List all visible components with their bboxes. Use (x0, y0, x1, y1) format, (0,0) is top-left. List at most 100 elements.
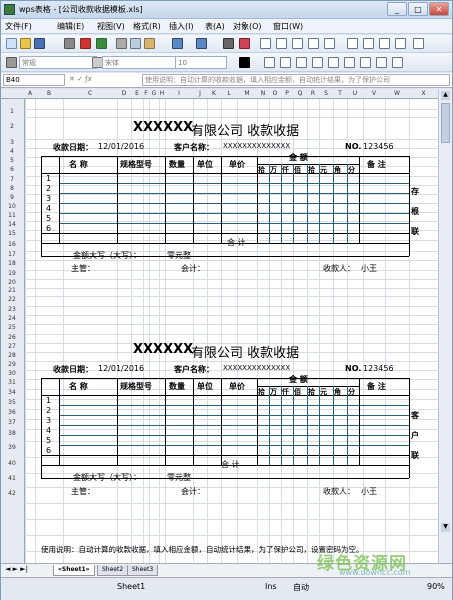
sheet-tab-2[interactable]: Sheet2 (97, 565, 129, 576)
row-header-cell[interactable]: 22 (1, 296, 23, 303)
border-icon[interactable] (260, 38, 271, 49)
column-header-cell[interactable]: P (281, 90, 293, 97)
redo-icon[interactable] (196, 38, 207, 49)
row-header-cell[interactable]: 10 (1, 203, 23, 210)
row-header-cell[interactable]: 3 (1, 139, 23, 146)
row-header-cell[interactable]: 26 (1, 334, 23, 341)
undo-icon[interactable] (172, 38, 183, 49)
column-header-cell[interactable]: A (25, 90, 35, 97)
menu-file[interactable]: 文件(F) (5, 21, 32, 32)
save-icon[interactable] (34, 38, 45, 49)
column-header-cell[interactable]: T (333, 90, 347, 97)
column-header-cell[interactable]: L (221, 90, 237, 97)
zoom-icon[interactable] (239, 38, 250, 49)
column-header-cell[interactable]: M (237, 90, 257, 97)
sheet-nav-icon[interactable]: ◄ ► ►| (5, 565, 28, 573)
spellcheck-icon[interactable] (96, 38, 107, 49)
open-icon[interactable] (20, 38, 31, 49)
row-header-cell[interactable]: 11 (1, 212, 23, 219)
row-header-cell[interactable]: 15 (1, 230, 23, 237)
column-header-cell[interactable]: D (117, 90, 131, 97)
row-header-cell[interactable]: 17 (1, 251, 23, 258)
row-header-cell[interactable]: 35 (1, 399, 23, 406)
image-icon[interactable] (308, 38, 319, 49)
wrap-icon[interactable] (328, 57, 339, 68)
row-header-cell[interactable]: 42 (1, 490, 23, 497)
menu-format[interactable]: 格式(R) (133, 21, 161, 32)
column-header-cell[interactable]: Q (293, 90, 307, 97)
column-header-cell[interactable]: W (385, 90, 409, 97)
close-button[interactable]: ✕ (429, 2, 449, 16)
client-value[interactable]: XXXXXXXXXXXXXX (223, 364, 290, 372)
minimize-button[interactable]: _ (387, 2, 407, 16)
insert-icon[interactable] (395, 38, 406, 49)
menu-edit[interactable]: 编辑(E) (57, 21, 84, 32)
row-header-cell[interactable]: 36 (1, 409, 23, 416)
client-value[interactable]: XXXXXXXXXXXXXX (223, 142, 290, 150)
spreadsheet-grid[interactable]: ABCDEFGHIJKLMNOPQRSTUVWX 1 2 3 4 5 6 7 8 9 10 11 14… (1, 89, 438, 563)
status-zoom[interactable]: 90% (427, 582, 445, 591)
row-header-cell[interactable]: 30 (1, 370, 23, 377)
menu-insert[interactable]: 插入(I) (169, 21, 194, 32)
shape-icon[interactable] (324, 38, 335, 49)
row-header-cell[interactable]: 4 (1, 148, 23, 155)
pdf-icon[interactable] (80, 38, 91, 49)
name-box[interactable]: B40 (3, 74, 65, 86)
no-value[interactable]: 123456 (363, 364, 394, 373)
font-size-select[interactable]: 10 (175, 56, 227, 69)
paste-icon[interactable] (144, 38, 155, 49)
row-header-cell[interactable]: 16 (1, 241, 23, 248)
column-header-cell[interactable]: S (319, 90, 333, 97)
column-header-cell[interactable]: J (193, 90, 207, 97)
copy-icon[interactable] (130, 38, 141, 49)
scroll-thumb[interactable] (441, 103, 450, 143)
number-format-icon[interactable] (376, 57, 387, 68)
column-header-cell[interactable]: I (165, 90, 193, 97)
row-header-cell[interactable]: 1 (1, 108, 23, 115)
align-right-icon[interactable] (296, 57, 307, 68)
align-center-icon[interactable] (280, 57, 291, 68)
scroll-up-icon[interactable]: ▲ (441, 91, 450, 100)
percent-icon[interactable] (392, 57, 403, 68)
row-header-cell[interactable]: 9 (1, 194, 23, 201)
column-header-cell[interactable]: E (131, 90, 143, 97)
sheet-tab-1[interactable]: «Sheet1» (53, 565, 95, 576)
column-header-cell[interactable]: O (269, 90, 281, 97)
row-header-cell[interactable]: 37 (1, 419, 23, 426)
row-header-cell[interactable]: 18 (1, 260, 23, 267)
merge-icon[interactable] (312, 57, 323, 68)
menu-window[interactable]: 窗口(W) (273, 21, 303, 32)
style-select[interactable]: 常规 (19, 56, 97, 69)
column-header-cell[interactable]: C (63, 90, 117, 97)
font-color-icon[interactable] (239, 57, 250, 68)
settings-icon[interactable] (413, 38, 424, 49)
row-header-cell[interactable]: 23 (1, 306, 23, 313)
menu-object[interactable]: 对象(O) (233, 21, 262, 32)
draw-icon[interactable] (347, 38, 358, 49)
payee-value[interactable]: 小王 (361, 486, 377, 497)
row-header-cell[interactable]: 34 (1, 389, 23, 396)
row-header-cell[interactable]: 40 (1, 460, 23, 467)
row-header-cell[interactable]: 21 (1, 287, 23, 294)
column-header-cell[interactable]: N (257, 90, 269, 97)
column-header-cell[interactable]: X (409, 90, 438, 97)
column-header-cell[interactable]: B (35, 90, 63, 97)
font-select[interactable]: 宋体 (102, 56, 180, 69)
cut-icon[interactable] (116, 38, 127, 49)
sheet-tab-3[interactable]: Sheet3 (127, 565, 159, 576)
column-header-cell[interactable]: U (347, 90, 363, 97)
row-header-cell[interactable]: 6 (1, 166, 23, 173)
row-header-cell[interactable]: 27 (1, 343, 23, 350)
row-header-cell[interactable]: 29 (1, 361, 23, 368)
outdent-icon[interactable] (360, 57, 371, 68)
row-header-cell[interactable]: 2 (1, 123, 23, 130)
scroll-down-icon[interactable]: ▼ (441, 523, 450, 532)
column-header-cell[interactable]: K (207, 90, 221, 97)
column-header-cell[interactable]: G (149, 90, 159, 97)
table-icon[interactable] (379, 38, 390, 49)
payee-value[interactable]: 小王 (361, 263, 377, 274)
maximize-button[interactable]: □ (408, 2, 428, 16)
indent-icon[interactable] (344, 57, 355, 68)
row-header-cell[interactable]: 31 (1, 379, 23, 386)
row-header-cell[interactable]: 19 (1, 270, 23, 277)
